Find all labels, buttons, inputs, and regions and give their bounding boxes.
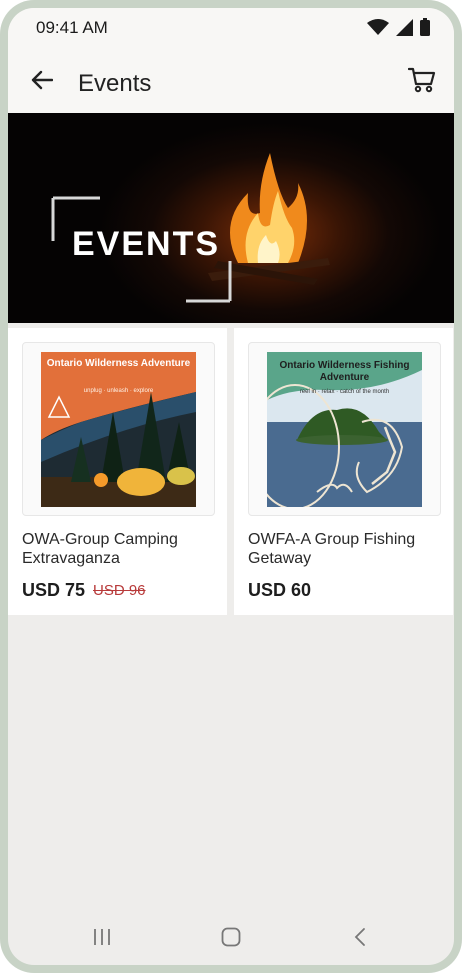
campfire-image — [51, 153, 330, 303]
product-card[interactable]: Ontario Wilderness Fishing Adventure ree… — [234, 328, 453, 615]
product-image-title: Ontario Wilderness Adventure — [46, 358, 191, 369]
back-nav-button[interactable] — [330, 917, 390, 957]
product-price: USD 75 — [22, 580, 86, 600]
screen: 09:41 AM Events EVENTS Ontario Wildernes… — [8, 8, 454, 965]
product-image-subtitle: reel in · relax · catch of the month — [299, 389, 390, 395]
home-icon — [221, 927, 241, 946]
product-image-subtitle: unplug · unleash · explore — [83, 388, 154, 394]
status-icons — [367, 18, 430, 36]
page-title: Events — [78, 70, 152, 97]
product-image-title: Ontario Wilderness Fishing Adventure — [279, 360, 410, 383]
system-navigation-bar — [8, 908, 454, 965]
cellular-signal-icon — [396, 18, 413, 36]
events-banner: EVENTS — [8, 113, 454, 323]
wifi-icon — [367, 18, 389, 35]
product-image: Ontario Wilderness Fishing Adventure ree… — [267, 352, 422, 507]
shopping-cart-icon — [408, 67, 436, 93]
chevron-left-icon — [354, 927, 365, 946]
arrow-left-icon — [31, 70, 53, 90]
status-bar: 09:41 AM — [8, 8, 454, 48]
product-image: Ontario Wilderness Adventure unplug · un… — [41, 352, 196, 507]
cart-button[interactable] — [402, 60, 442, 100]
home-button[interactable] — [201, 917, 261, 957]
product-title[interactable]: OWA-Group Camping Extravaganza — [22, 530, 212, 568]
product-price: USD 60 — [248, 580, 312, 600]
product-original-price: USD 96 — [93, 582, 146, 599]
recent-apps-icon — [94, 928, 111, 945]
banner-title: EVENTS — [72, 225, 221, 263]
product-image-frame: Ontario Wilderness Adventure unplug · un… — [22, 342, 215, 516]
recent-apps-button[interactable] — [72, 917, 132, 957]
back-button[interactable] — [22, 60, 62, 100]
app-bar: Events — [8, 48, 454, 113]
product-title[interactable]: OWFA-A Group Fishing Getaway — [248, 530, 438, 568]
status-time: 09:41 AM — [36, 18, 108, 37]
product-card[interactable]: Ontario Wilderness Adventure unplug · un… — [8, 328, 227, 615]
device-frame: 09:41 AM Events EVENTS Ontario Wildernes… — [0, 0, 462, 973]
battery-icon — [420, 18, 430, 36]
product-image-frame: Ontario Wilderness Fishing Adventure ree… — [248, 342, 441, 516]
